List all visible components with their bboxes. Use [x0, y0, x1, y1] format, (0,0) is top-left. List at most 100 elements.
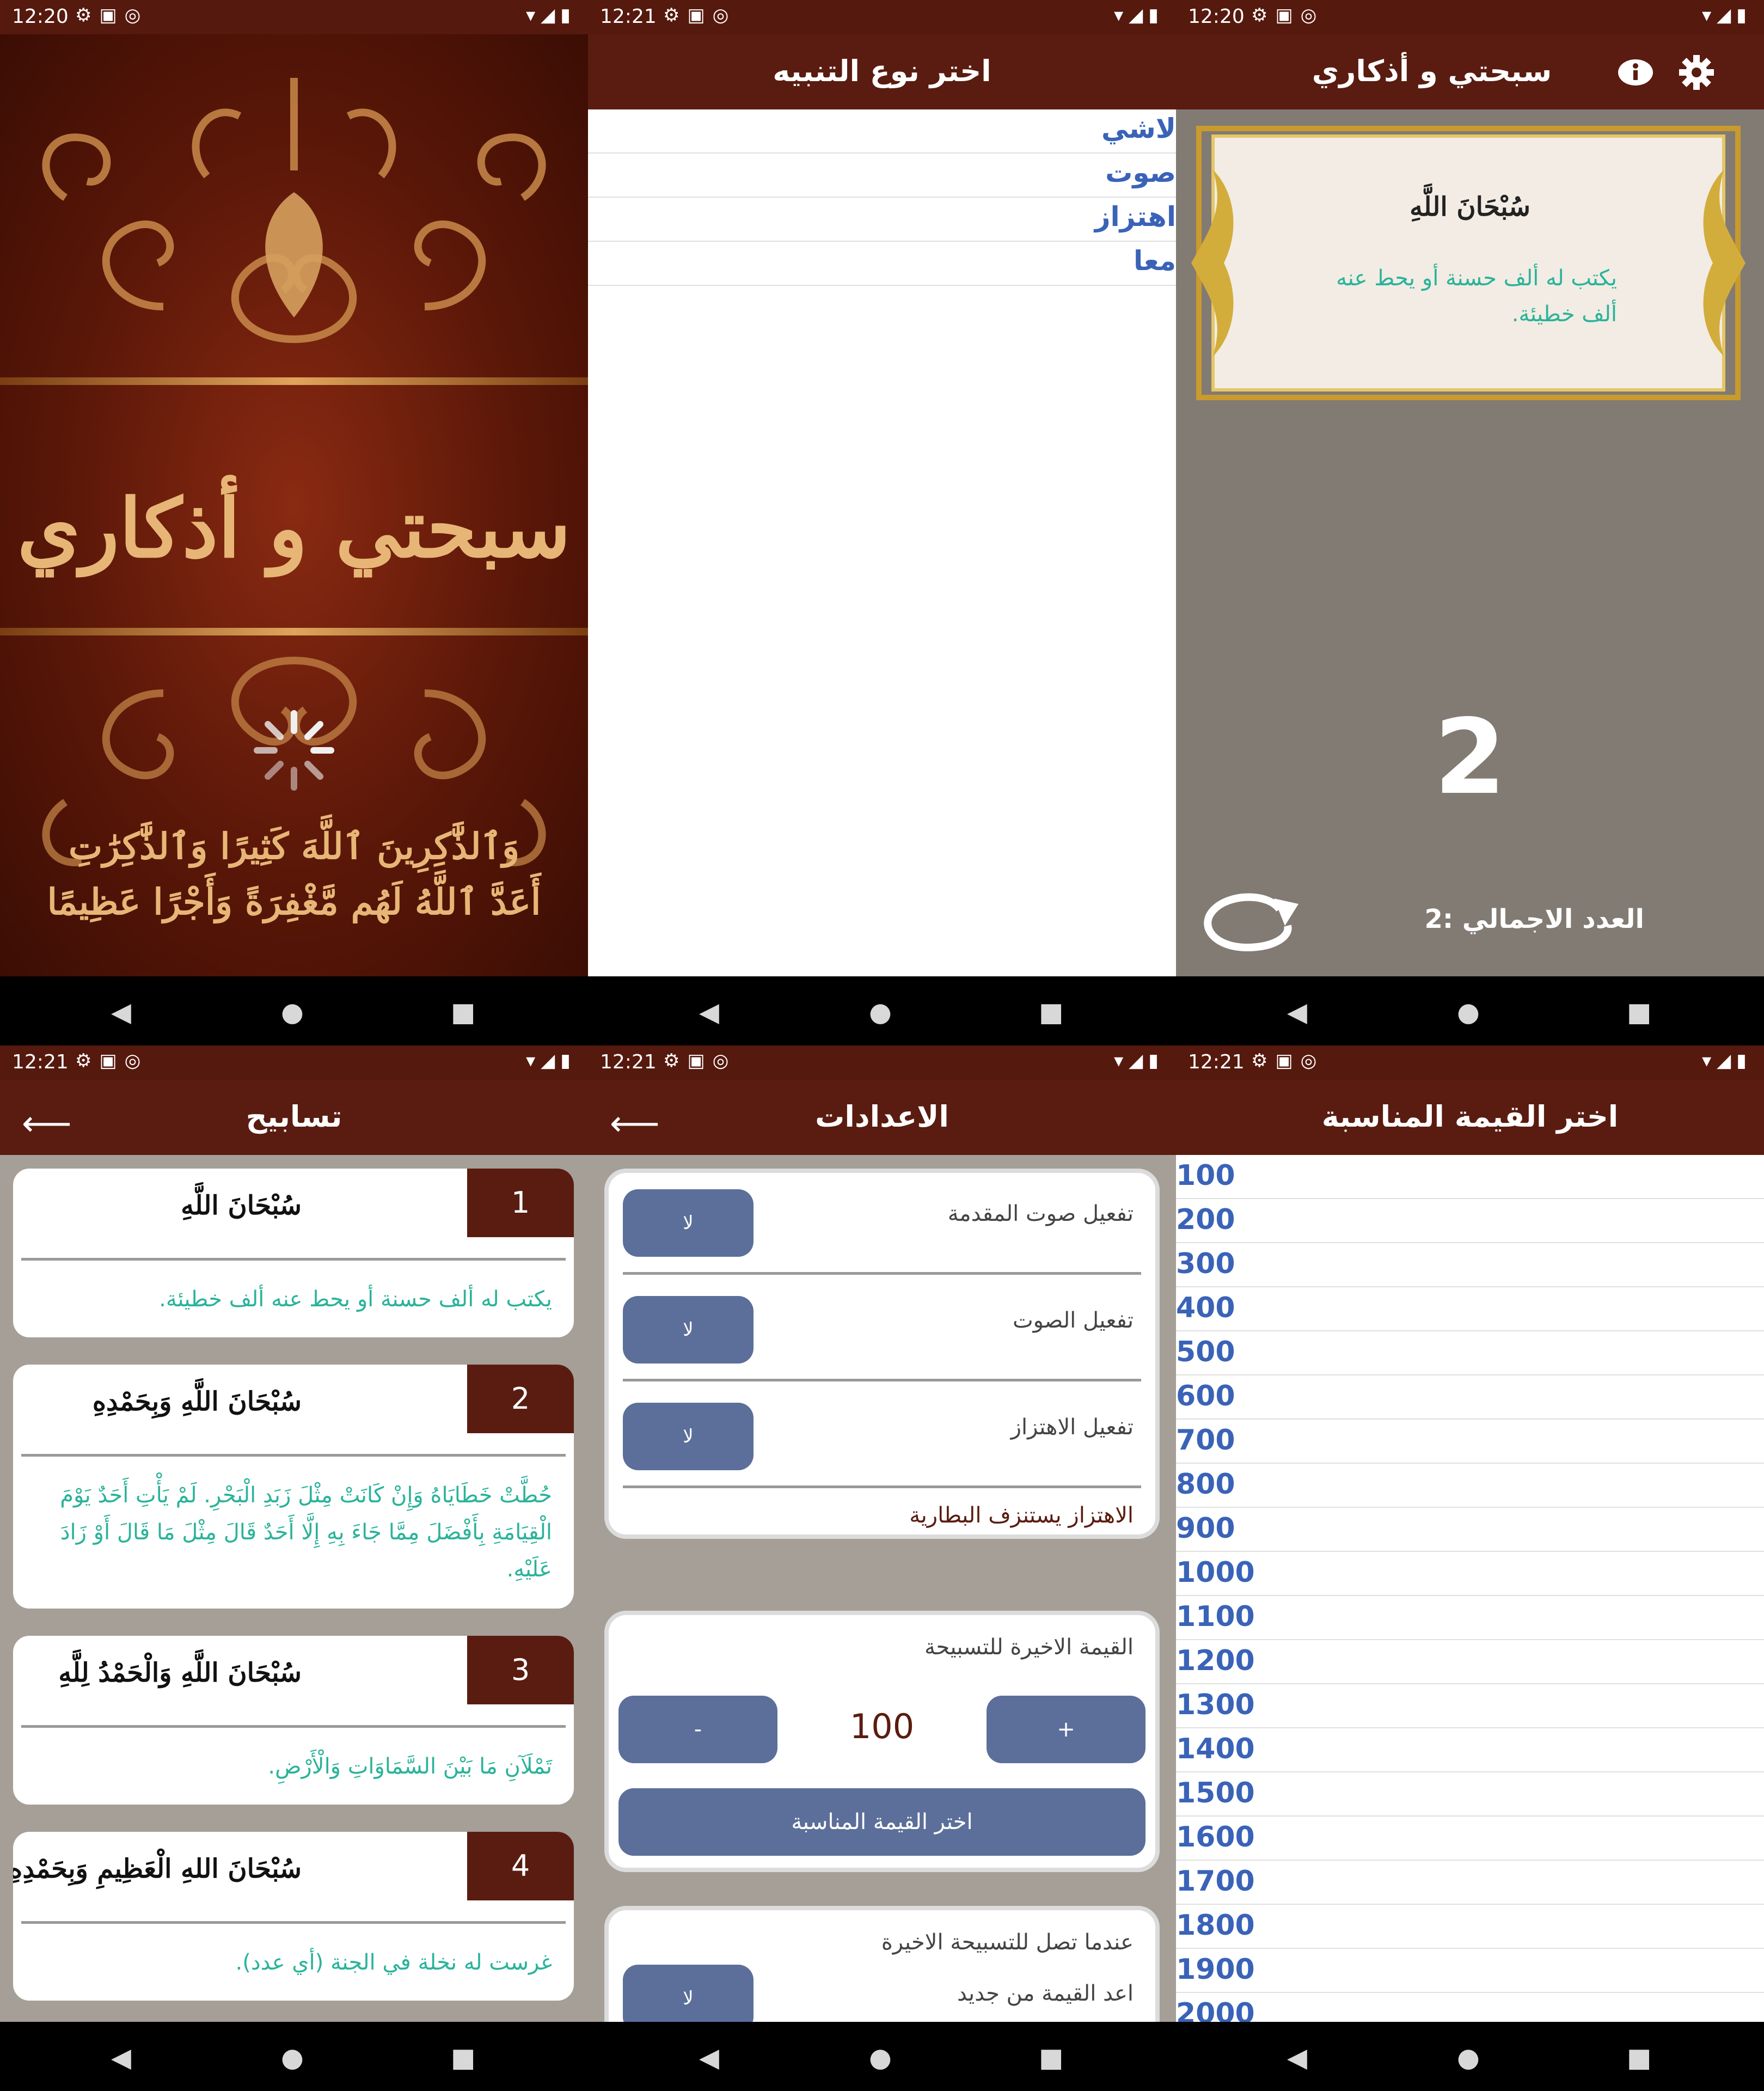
value-row[interactable]: 700 — [1176, 1420, 1764, 1464]
value-row[interactable]: 1500 — [1176, 1772, 1764, 1817]
status-time: 12:21 — [12, 1051, 69, 1073]
app-bar: اختر القيمة المناسبة — [1176, 1080, 1764, 1155]
value-row[interactable]: 1800 — [1176, 1905, 1764, 1949]
card-description: غرست له نخلة في الجنة (أي عدد). — [235, 1950, 552, 1975]
sound-label: تفعيل الصوت — [1012, 1308, 1134, 1333]
nav-back-icon[interactable]: ◀ — [699, 2043, 719, 2073]
option-label: صوت — [1105, 157, 1176, 188]
value-row[interactable]: 300 — [1176, 1243, 1764, 1287]
option-label: معا — [1134, 245, 1176, 277]
card-divider — [21, 1258, 566, 1261]
verse-line-1: وَٱلذَّٰكِرِينَ ٱللَّهَ كَثِيرًا وَٱلذَّ… — [69, 825, 519, 867]
nav-recents-icon[interactable]: ■ — [1627, 997, 1651, 1028]
tasbih-card[interactable]: 4 سُبْحَانَ اللهِ الْعَظِيمِ وَبِحَمْدِه… — [13, 1832, 574, 2001]
value-row[interactable]: 100 — [1176, 1155, 1764, 1199]
value-row[interactable]: 800 — [1176, 1464, 1764, 1508]
value-label: 1900 — [1176, 1953, 1255, 1986]
nav-back-icon[interactable]: ◀ — [111, 997, 131, 1028]
nav-bar: ◀ ● ■ — [1176, 2022, 1764, 2091]
card-number: 3 — [467, 1636, 574, 1704]
value-label: 1700 — [1176, 1865, 1255, 1898]
intro-sound-toggle[interactable]: لا — [623, 1189, 754, 1257]
sound-toggle[interactable]: لا — [623, 1296, 754, 1364]
nav-recents-icon[interactable]: ■ — [1039, 2043, 1063, 2073]
option-vibration[interactable]: اهتزاز — [588, 198, 1176, 242]
status-bar: 12:21 ⚙▣◎ ▾◢▮ — [0, 1046, 588, 1080]
tasbih-counter[interactable]: 2 — [1176, 697, 1764, 817]
status-icons: ⚙▣◎ — [663, 4, 737, 26]
option-label: اهتزاز — [1094, 201, 1176, 233]
choose-value-button[interactable]: اختر القيمة المناسبة — [618, 1788, 1146, 1856]
card-title: سُبْحَانَ اللَّهِ وَبِحَمْدِهِ — [92, 1386, 302, 1417]
on-reach-label: عندما تصل للتسبيحة الاخيرة — [881, 1930, 1134, 1955]
value-row[interactable]: 600 — [1176, 1375, 1764, 1420]
value-row[interactable]: 400 — [1176, 1287, 1764, 1331]
nav-back-icon[interactable]: ◀ — [699, 997, 719, 1028]
value-row[interactable]: 1900 — [1176, 1949, 1764, 1993]
nav-bar: ◀ ● ■ — [0, 976, 588, 1046]
option-label: لاشي — [1101, 113, 1176, 144]
value-row[interactable]: 1600 — [1176, 1817, 1764, 1861]
tasbih-card[interactable]: 1 سُبْحَانَ اللَّهِ يكتب له ألف حسنة أو … — [13, 1169, 574, 1337]
toggles-section: تفعيل صوت المقدمة لا تفعيل الصوت لا تفعي… — [604, 1169, 1160, 1539]
info-icon[interactable] — [1618, 55, 1653, 90]
divider — [623, 1272, 1141, 1275]
nav-back-icon[interactable]: ◀ — [111, 2043, 131, 2073]
status-right-icons: ▾◢▮ — [1702, 4, 1752, 26]
status-right-icons: ▾◢▮ — [1114, 4, 1164, 26]
tasbih-card[interactable]: 3 سُبْحَانَ اللَّهِ وَالْحَمْدُ لِلَّهِ … — [13, 1636, 574, 1805]
nav-home-icon[interactable]: ● — [281, 2043, 304, 2073]
value-label: 1100 — [1176, 1600, 1255, 1633]
nav-recents-icon[interactable]: ■ — [451, 2043, 475, 2073]
minus-button[interactable]: - — [618, 1696, 777, 1763]
status-icons: ⚙▣◎ — [1251, 1050, 1325, 1072]
settings-gear-icon[interactable] — [1677, 53, 1716, 92]
last-value-section: القيمة الاخيرة للتسبيحة - 100 + اختر الق… — [604, 1611, 1160, 1872]
nav-bar: ◀ ● ■ — [588, 2022, 1176, 2091]
card-description: حُطَّتْ خَطَايَاهُ وَإِنْ كَانَتْ مِثْلَ… — [60, 1483, 552, 1582]
values-list: 100 200 300 400 500 600 700 800 900 1000… — [1176, 1155, 1764, 2037]
nav-back-icon[interactable]: ◀ — [1287, 2043, 1307, 2073]
value-row[interactable]: 1300 — [1176, 1684, 1764, 1728]
nav-bar: ◀ ● ■ — [588, 976, 1176, 1046]
value-row[interactable]: 1400 — [1176, 1728, 1764, 1772]
option-sound[interactable]: صوت — [588, 154, 1176, 198]
card-divider — [21, 1454, 566, 1457]
value-row[interactable]: 500 — [1176, 1331, 1764, 1375]
value-row[interactable]: 1100 — [1176, 1596, 1764, 1640]
reset-icon[interactable] — [1198, 888, 1301, 953]
nav-home-icon[interactable]: ● — [281, 997, 304, 1028]
tasbih-card[interactable]: 2 سُبْحَانَ اللَّهِ وَبِحَمْدِهِ حُطَّتْ… — [13, 1365, 574, 1609]
nav-recents-icon[interactable]: ■ — [1627, 2043, 1651, 2073]
value-row[interactable]: 1200 — [1176, 1640, 1764, 1684]
nav-home-icon[interactable]: ● — [1457, 2043, 1480, 2073]
option-none[interactable]: لاشي — [588, 109, 1176, 154]
nav-home-icon[interactable]: ● — [869, 2043, 892, 2073]
value-label: 1200 — [1176, 1644, 1255, 1677]
vibration-toggle[interactable]: لا — [623, 1403, 754, 1470]
value-label: 500 — [1176, 1336, 1235, 1368]
nav-recents-icon[interactable]: ■ — [451, 997, 475, 1028]
nav-home-icon[interactable]: ● — [869, 997, 892, 1028]
total-count: العدد الاجمالي :2 — [1424, 904, 1644, 934]
divider — [623, 1379, 1141, 1381]
value-row[interactable]: 1000 — [1176, 1552, 1764, 1596]
app-title: سبحتي و أذكاري — [17, 481, 571, 576]
splash-screen: 12:20 ⚙▣◎ ▾◢▮ سبحتي و أذكاري وَٱلذَّٰكِر… — [0, 0, 588, 1046]
nav-back-icon[interactable]: ◀ — [1287, 997, 1307, 1028]
app-bar: ⟵ الاعدادات — [588, 1080, 1176, 1155]
zikr-description: يكتب له ألف حسنة أو يحط عنه ألف خطيئة. — [1336, 266, 1617, 327]
nav-recents-icon[interactable]: ■ — [1039, 997, 1063, 1028]
value-label: 200 — [1176, 1203, 1235, 1236]
value-label: 700 — [1176, 1424, 1235, 1457]
nav-home-icon[interactable]: ● — [1457, 997, 1480, 1028]
plus-button[interactable]: + — [987, 1696, 1146, 1763]
status-time: 12:21 — [1188, 1051, 1245, 1073]
value-row[interactable]: 1700 — [1176, 1861, 1764, 1905]
value-row[interactable]: 900 — [1176, 1508, 1764, 1552]
option-both[interactable]: معا — [588, 242, 1176, 286]
value-row[interactable]: 200 — [1176, 1199, 1764, 1243]
card-number: 1 — [467, 1169, 574, 1237]
status-right-icons: ▾◢▮ — [1702, 1050, 1752, 1072]
card-divider — [21, 1921, 566, 1924]
